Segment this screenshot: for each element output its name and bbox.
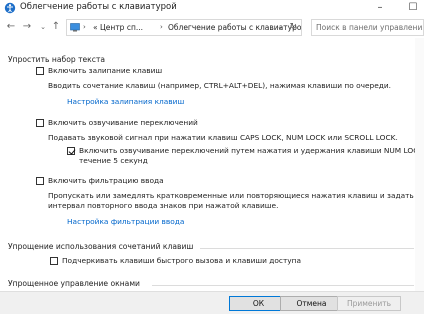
title-bar: Облегчение работы с клавиатурой – ☐ — [0, 0, 424, 16]
refresh-icon[interactable]: ↻ — [289, 20, 297, 35]
maximize-button[interactable]: ☐ — [404, 0, 422, 16]
section-divider — [200, 248, 414, 249]
filter-keys-description: Пропускать или замедлять кратковременные… — [48, 191, 414, 200]
underline-shortcuts-label[interactable]: Подчеркивать клавиши быстрого вызова и к… — [62, 256, 301, 265]
address-dropdown-icon[interactable]: ⌄ — [277, 20, 283, 35]
section-title-windows: Упрощенное управление окнами — [8, 279, 140, 288]
filter-keys-label[interactable]: Включить фильтрацию ввода — [48, 176, 164, 185]
filter-keys-description-cont: интервал повторного ввода знаков при наж… — [48, 201, 279, 210]
up-arrow-icon[interactable]: ↑ — [49, 19, 63, 35]
breadcrumb-control-center[interactable]: « Центр сп... — [93, 20, 143, 35]
numlock-toggle-checkbox[interactable] — [67, 147, 75, 155]
sticky-keys-checkbox[interactable] — [36, 67, 44, 75]
toggle-keys-checkbox[interactable] — [36, 119, 44, 127]
numlock-toggle-label[interactable]: Включить озвучивание переключений путем … — [79, 146, 424, 155]
recent-pages-chevron-icon[interactable]: ⌄ — [36, 19, 50, 35]
toggle-keys-label[interactable]: Включить озвучивание переключений — [48, 118, 198, 127]
minimize-button[interactable]: – — [371, 0, 389, 16]
section-title-typing: Упростить набор текста — [8, 55, 106, 64]
forward-arrow-icon[interactable]: → — [20, 19, 34, 35]
navigation-bar: ← → ⌄ ↑ › « Центр сп... › Облегчение раб… — [0, 16, 424, 38]
sticky-keys-description: Вводить сочетание клавиш (например, CTRL… — [48, 81, 391, 90]
back-arrow-icon[interactable]: ← — [4, 19, 18, 35]
sticky-keys-label[interactable]: Включить залипание клавиш — [48, 66, 162, 75]
vertical-scrollbar[interactable] — [415, 38, 424, 291]
dialog-button-bar: ОК Отмена Применить — [0, 291, 424, 314]
section-title-shortcuts: Упрощение использования сочетаний клавиш — [8, 242, 194, 251]
underline-shortcuts-checkbox[interactable] — [50, 257, 58, 265]
sticky-keys-settings-link[interactable]: Настройка залипания клавиш — [67, 97, 184, 106]
ease-of-access-icon — [4, 2, 16, 14]
address-bar[interactable]: › « Центр сп... › Облегчение работы с кл… — [66, 19, 302, 36]
cancel-button[interactable]: Отмена — [280, 296, 343, 311]
settings-content: Упростить набор текста Включить залипани… — [0, 38, 424, 291]
breadcrumb-separator-icon: › — [83, 23, 86, 31]
search-placeholder: Поиск в панели управления — [316, 23, 424, 32]
section-divider — [152, 285, 414, 286]
filter-keys-settings-link[interactable]: Настройка фильтрации ввода — [67, 217, 184, 226]
search-input[interactable]: Поиск в панели управления — [311, 19, 424, 36]
window-title: Облегчение работы с клавиатурой — [20, 2, 177, 12]
filter-keys-checkbox[interactable] — [36, 177, 44, 185]
toggle-keys-description: Подавать звуковой сигнал при нажатии кла… — [48, 133, 398, 142]
numlock-toggle-label-cont[interactable]: течение 5 секунд — [79, 156, 148, 165]
apply-button[interactable]: Применить — [337, 296, 401, 311]
control-panel-icon — [70, 23, 80, 32]
breadcrumb-separator-icon: › — [160, 23, 163, 31]
